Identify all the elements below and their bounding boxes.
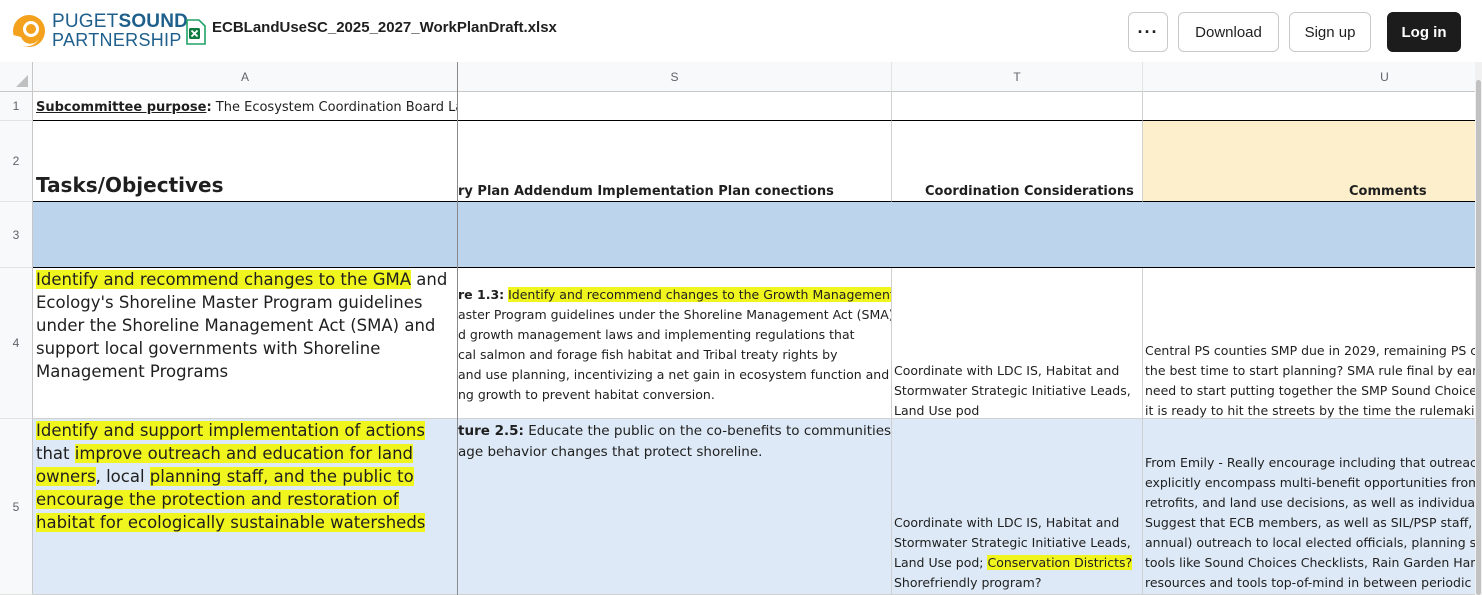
logo-wordmark: PUGETSOUND PARTNERSHIP	[52, 11, 189, 50]
cell-s2[interactable]: ry Plan Addendum Implementation Plan con…	[458, 121, 892, 202]
cell-a5[interactable]: Identify and support implementation of a…	[33, 419, 458, 595]
spreadsheet-grid[interactable]: A S T U 1 2 3 4 5 Subcommittee purpose: …	[0, 62, 1475, 595]
frozen-column-divider	[457, 62, 458, 595]
cell-s4[interactable]: re 1.3: Identify and recommend changes t…	[458, 268, 892, 419]
top-bar: PUGETSOUND PARTNERSHIP ECBLandUseSC_2025…	[0, 0, 1482, 62]
cell-u1[interactable]	[1143, 92, 1475, 121]
column-header-s[interactable]: S	[458, 62, 892, 92]
cell-u2[interactable]: Comments	[1143, 121, 1475, 202]
log-in-button[interactable]: Log in	[1387, 12, 1461, 52]
cell-t1[interactable]	[892, 92, 1143, 121]
column-header-u[interactable]: U	[1143, 62, 1475, 92]
row-header-1[interactable]: 1	[0, 92, 33, 121]
select-all-corner[interactable]	[0, 62, 33, 92]
cell-a3[interactable]	[33, 202, 458, 268]
cell-s1[interactable]	[458, 92, 892, 121]
cell-s3-u3[interactable]	[458, 202, 1475, 268]
more-options-button[interactable]: ···	[1128, 12, 1168, 52]
cell-t2[interactable]: Coordination Considerations	[892, 121, 1143, 202]
cell-u4[interactable]: Central PS counties SMP due in 2029, rem…	[1143, 268, 1475, 419]
download-button[interactable]: Download	[1178, 12, 1279, 52]
cell-s5[interactable]: ture 2.5: Educate the public on the co-b…	[458, 419, 892, 595]
cell-u5[interactable]: From Emily - Really encourage including …	[1143, 419, 1475, 595]
cell-t4[interactable]: Coordinate with LDC IS, Habitat and Stor…	[892, 268, 1143, 419]
puget-sound-logo-icon	[13, 15, 45, 47]
row-header-3[interactable]: 3	[0, 202, 33, 268]
cell-a2[interactable]: Tasks/Objectives	[33, 121, 458, 202]
row-header-4[interactable]: 4	[0, 268, 33, 419]
row-header-2[interactable]: 2	[0, 121, 33, 202]
column-header-a[interactable]: A	[33, 62, 458, 92]
row-header-5[interactable]: 5	[0, 419, 33, 595]
tasks-objectives-heading: Tasks/Objectives	[36, 173, 224, 197]
excel-file-icon	[186, 19, 206, 45]
cell-a4[interactable]: Identify and recommend changes to the GM…	[33, 268, 458, 419]
column-header-t[interactable]: T	[892, 62, 1143, 92]
sign-up-button[interactable]: Sign up	[1289, 12, 1371, 52]
cell-a1[interactable]: Subcommittee purpose: The Ecosystem Coor…	[33, 92, 458, 121]
cell-t5[interactable]: Coordinate with LDC IS, Habitat and Stor…	[892, 419, 1143, 595]
file-name: ECBLandUseSC_2025_2027_WorkPlanDraft.xls…	[212, 19, 557, 36]
vertical-scrollbar-thumb[interactable]	[1476, 80, 1481, 595]
